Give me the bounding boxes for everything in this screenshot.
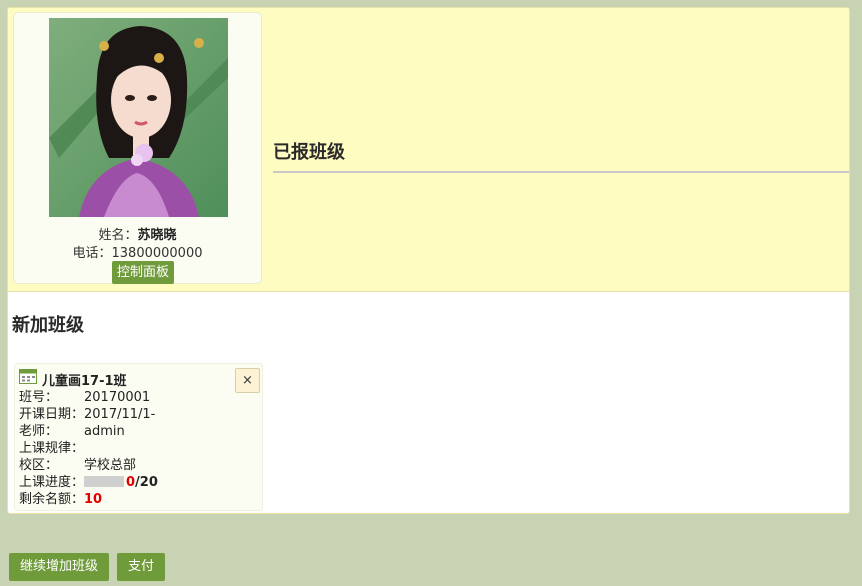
name-value: 苏晓晓 (137, 228, 177, 243)
progress-bar (84, 476, 124, 487)
new-classes-title: 新加班级 (12, 315, 84, 336)
start-date-row: 开课日期：2017/11/1- (19, 406, 155, 423)
progress-done: 0 (126, 475, 136, 490)
student-name: 姓名：苏晓晓 (14, 224, 261, 243)
schedule-label: 上课规律： (19, 441, 85, 456)
class-number-value: 20170001 (84, 390, 151, 405)
teacher-row: 老师： admin (19, 423, 125, 440)
avatar (49, 18, 228, 217)
remaining-value: 10 (84, 492, 103, 507)
class-card: 儿童画17-1班 × 班号： 20170001 开课日期：2017/11/1- 老… (14, 363, 263, 511)
profile-card: 姓名：苏晓晓 电话：13800000000 控制面板 (13, 12, 262, 284)
main-panel: 姓名：苏晓晓 电话：13800000000 控制面板 已报班级 新加班级 儿童画… (7, 7, 850, 514)
enrolled-classes-title: 已报班级 (273, 142, 345, 163)
profile-section: 姓名：苏晓晓 电话：13800000000 控制面板 已报班级 (8, 8, 849, 292)
class-name: 儿童画17-1班 (42, 374, 127, 389)
class-number-label: 班号： (19, 390, 59, 405)
start-date-value: 2017/11/1- (84, 407, 156, 422)
remaining-label: 剩余名额： (19, 492, 85, 507)
schedule-row: 上课规律： (19, 440, 84, 457)
campus-label: 校区： (19, 458, 59, 473)
control-panel-button[interactable]: 控制面板 (112, 261, 175, 284)
remove-class-button[interactable]: × (235, 368, 260, 393)
progress-row: 上课进度： 0/20 (19, 474, 158, 491)
phone-label: 电话： (72, 246, 112, 261)
teacher-value: admin (84, 424, 125, 439)
progress-label: 上课进度： (19, 475, 85, 490)
divider (273, 171, 849, 173)
remaining-row: 剩余名额：10 (19, 491, 102, 508)
class-number-row: 班号： 20170001 (19, 389, 150, 406)
phone-value: 13800000000 (111, 246, 203, 261)
add-more-classes-button[interactable]: 继续增加班级 (9, 553, 110, 581)
progress-total: /20 (135, 475, 158, 490)
pay-button[interactable]: 支付 (117, 553, 166, 581)
student-phone: 电话：13800000000 (14, 242, 261, 261)
campus-row: 校区： 学校总部 (19, 457, 136, 474)
name-label: 姓名： (98, 228, 138, 243)
teacher-label: 老师： (19, 424, 59, 439)
start-date-label: 开课日期： (19, 407, 85, 422)
calendar-icon (19, 369, 37, 384)
campus-value: 学校总部 (84, 458, 137, 473)
